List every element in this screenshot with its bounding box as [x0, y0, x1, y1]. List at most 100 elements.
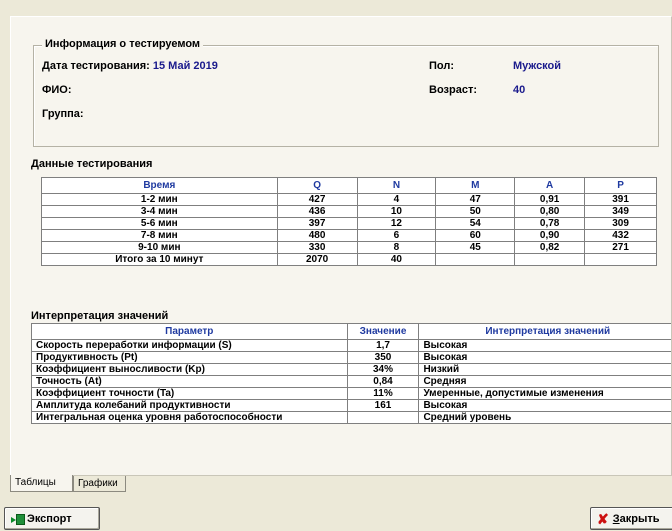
- group-label: Группа:: [42, 108, 84, 120]
- test-data-row-cell: 3-4 мин: [41, 205, 278, 218]
- test-data-row-cell: 427: [276, 193, 358, 206]
- test-data-row-cell: 397: [276, 217, 358, 230]
- col-header-q: Q: [276, 177, 358, 194]
- interp-row-cell: [346, 411, 420, 424]
- test-date-value: 15 Май 2019: [152, 60, 218, 72]
- col-header-p: P: [584, 177, 657, 194]
- test-data-row-cell: 5-6 мин: [41, 217, 278, 230]
- fio-label: ФИО:: [42, 84, 72, 96]
- test-data-row-cell: 0,78: [514, 217, 586, 230]
- test-data-row-cell: 45: [435, 241, 516, 254]
- interp-row: Скорость переработки информации (S) 1,7 Вы…: [31, 339, 671, 352]
- test-data-table: Время Q N M A P 1-2 мин 427 4 47 0,91 391 3-4 …: [41, 177, 657, 266]
- test-data-row-cell: 349: [584, 205, 657, 218]
- test-data-row-cell: 480: [276, 229, 358, 242]
- interp-row-cell: Средний уровень: [418, 411, 671, 424]
- age-value: 40: [513, 84, 526, 96]
- interp-row-cell: Коэффициент точности (Ta): [31, 387, 348, 400]
- interp-row: Амплитуда колебаний продуктивности 161 Выс…: [31, 399, 671, 412]
- col-header-value: Значение: [346, 323, 420, 340]
- test-data-row-cell: 40: [356, 253, 437, 266]
- test-data-row-cell: 0,91: [514, 193, 586, 206]
- test-data-row-cell: [584, 253, 657, 266]
- interp-header-row: Параметр Значение Интерпретация значений: [31, 323, 671, 340]
- interp-table: Параметр Значение Интерпретация значений…: [31, 323, 671, 424]
- interp-row-cell: Точность (At): [31, 375, 348, 388]
- subject-info-group: Информация о тестируемом Дата тестирован…: [33, 38, 659, 147]
- test-data-row-cell: 309: [584, 217, 657, 230]
- test-data-row: 1-2 мин 427 4 47 0,91 391: [41, 193, 657, 206]
- test-data-row-cell: 0,80: [514, 205, 586, 218]
- test-data-row-cell: 60: [435, 229, 516, 242]
- col-header-interpretation: Интерпретация значений: [418, 323, 671, 340]
- tab-charts[interactable]: Графики: [73, 476, 126, 492]
- interp-row-cell: 161: [346, 399, 420, 412]
- content-panel: Информация о тестируемом Дата тестирован…: [10, 16, 672, 476]
- test-data-title: Данные тестирования: [31, 158, 153, 170]
- subject-info-title: Информация о тестируемом: [42, 38, 204, 50]
- tab-tables[interactable]: Таблицы: [10, 475, 73, 492]
- interp-row-cell: Высокая: [418, 339, 671, 352]
- test-data-row-cell: 432: [584, 229, 657, 242]
- interp-row-cell: Высокая: [418, 351, 671, 364]
- test-data-row-cell: 271: [584, 241, 657, 254]
- col-header-n: N: [356, 177, 437, 194]
- test-data-row-cell: 0,82: [514, 241, 586, 254]
- test-data-row-cell: Итого за 10 минут: [41, 253, 278, 266]
- interp-row: Точность (At) 0,84 Средняя: [31, 375, 671, 388]
- test-data-row-cell: 47: [435, 193, 516, 206]
- interp-row-cell: Скорость переработки информации (S): [31, 339, 348, 352]
- test-data-row: 5-6 мин 397 12 54 0,78 309: [41, 217, 657, 230]
- export-label: Экспорт: [27, 512, 72, 525]
- interp-row-cell: Коэффициент выносливости (Kp): [31, 363, 348, 376]
- test-data-row-cell: 8: [356, 241, 437, 254]
- export-icon: [11, 513, 25, 525]
- interp-row-cell: 350: [346, 351, 420, 364]
- test-data-row-cell: 7-8 мин: [41, 229, 278, 242]
- close-button[interactable]: ✘ Закрыть: [590, 507, 672, 530]
- close-icon: ✘: [597, 510, 609, 527]
- col-header-time: Время: [41, 177, 278, 194]
- interp-row-cell: 0,84: [346, 375, 420, 388]
- interp-row: Продуктивность (Pt) 350 Высокая: [31, 351, 671, 364]
- test-data-header-row: Время Q N M A P: [41, 177, 657, 194]
- close-label: Закрыть: [612, 512, 660, 525]
- interp-title: Интерпретация значений: [31, 310, 169, 322]
- test-data-row-cell: [514, 253, 586, 266]
- sex-label: Пол:: [429, 60, 455, 72]
- col-header-parameter: Параметр: [31, 323, 348, 340]
- test-data-row-cell: 50: [435, 205, 516, 218]
- test-data-row-cell: 9-10 мин: [41, 241, 278, 254]
- test-data-row: 7-8 мин 480 6 60 0,90 432: [41, 229, 657, 242]
- test-date: Дата тестирования: 15 Май 2019: [42, 60, 218, 72]
- interp-row-cell: Высокая: [418, 399, 671, 412]
- test-data-row: Итого за 10 минут 2070 40: [41, 253, 657, 266]
- test-data-row-cell: 6: [356, 229, 437, 242]
- test-date-label: Дата тестирования:: [42, 60, 150, 72]
- interp-row-cell: Амплитуда колебаний продуктивности: [31, 399, 348, 412]
- test-data-row: 3-4 мин 436 10 50 0,80 349: [41, 205, 657, 218]
- interp-row-cell: Интегральная оценка уровня работоспособн…: [31, 411, 348, 424]
- sex-value: Мужской: [513, 60, 562, 72]
- interp-row-cell: 34%: [346, 363, 420, 376]
- interp-row: Коэффициент выносливости (Kp) 34% Низкий: [31, 363, 671, 376]
- test-data-row-cell: 2070: [276, 253, 358, 266]
- interp-row-cell: Низкий: [418, 363, 671, 376]
- interp-row-cell: 11%: [346, 387, 420, 400]
- test-data-row-cell: 10: [356, 205, 437, 218]
- interp-row-cell: 1,7: [346, 339, 420, 352]
- test-data-row-cell: 54: [435, 217, 516, 230]
- col-header-m: M: [435, 177, 516, 194]
- test-data-row-cell: [435, 253, 516, 266]
- interp-row: Интегральная оценка уровня работоспособн…: [31, 411, 671, 424]
- test-data-row-cell: 0,90: [514, 229, 586, 242]
- test-data-row-cell: 1-2 мин: [41, 193, 278, 206]
- col-header-a: A: [514, 177, 586, 194]
- interp-row-cell: Продуктивность (Pt): [31, 351, 348, 364]
- test-data-row-cell: 436: [276, 205, 358, 218]
- test-data-row-cell: 12: [356, 217, 437, 230]
- age-label: Возраст:: [429, 84, 477, 96]
- interp-row-cell: Умеренные, допустимые изменения: [418, 387, 671, 400]
- export-button[interactable]: Экспорт: [4, 507, 100, 530]
- interp-row: Коэффициент точности (Ta) 11% Умеренные, д…: [31, 387, 671, 400]
